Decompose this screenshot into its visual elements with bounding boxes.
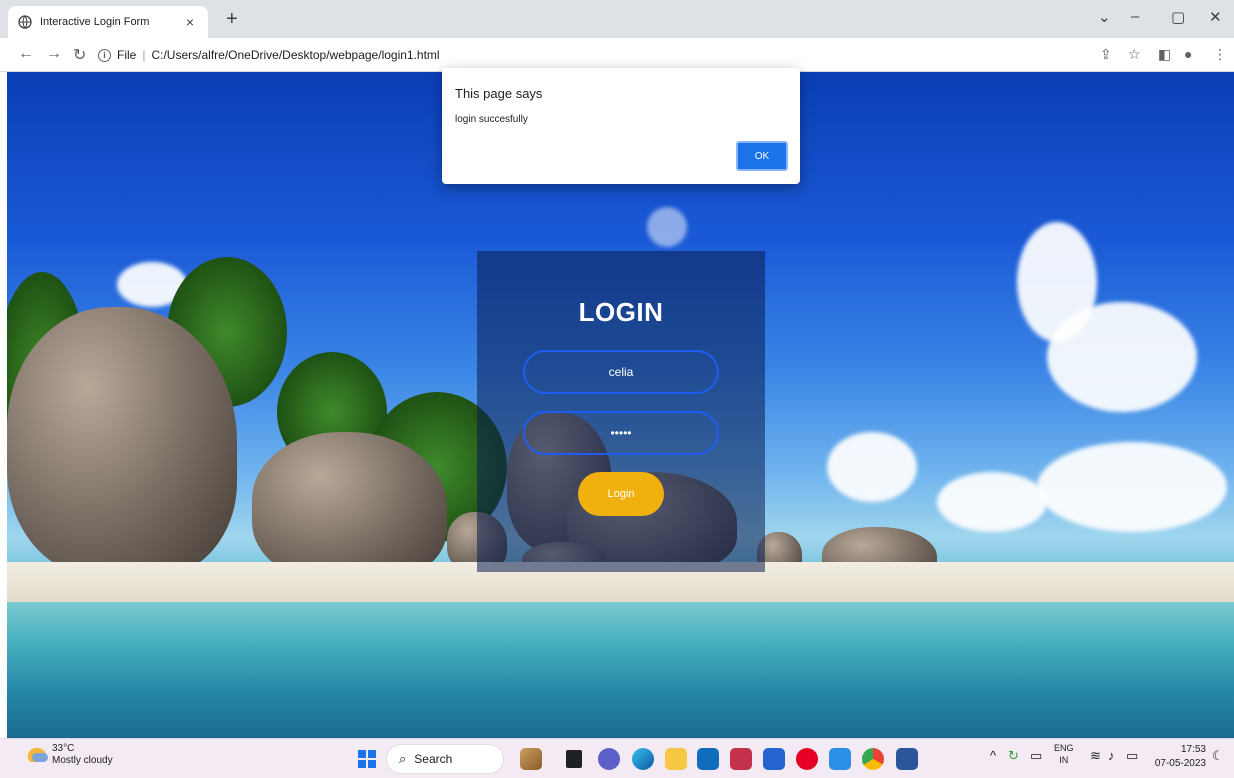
browser-tab[interactable]: Interactive Login Form × — [8, 6, 208, 38]
tab-close-icon[interactable]: × — [182, 14, 198, 30]
language-indicator[interactable]: ENG IN — [1054, 742, 1074, 766]
volume-icon[interactable]: ♪ — [1108, 748, 1115, 763]
partly-cloudy-icon — [28, 748, 48, 762]
task-view-icon[interactable] — [566, 750, 582, 768]
file-explorer-icon[interactable] — [665, 748, 687, 770]
password-input[interactable] — [523, 411, 719, 455]
dialog-message: login succesfully — [455, 114, 528, 125]
restore-icon[interactable]: ▢ — [1171, 8, 1185, 26]
sync-icon[interactable]: ↻ — [1008, 748, 1019, 764]
taskbar-search[interactable]: ⌕ Search — [386, 744, 504, 774]
login-heading: LOGIN — [578, 297, 664, 327]
profile-icon[interactable]: ● — [1184, 46, 1192, 62]
dialog-title: This page says — [455, 86, 543, 101]
word-icon[interactable] — [896, 748, 918, 770]
clock-time: 17:53 — [1180, 744, 1206, 755]
side-panel-icon[interactable]: ◧ — [1158, 46, 1171, 63]
clock-date: 07-05-2023 — [1154, 758, 1206, 769]
menu-kebab-icon[interactable]: ⋮ — [1213, 46, 1227, 63]
minimize-icon[interactable]: – — [1131, 8, 1139, 25]
search-label: Search — [414, 752, 453, 766]
edge-browser-icon[interactable] — [632, 748, 654, 770]
lang-line1: ENG — [1054, 743, 1074, 753]
wifi-icon[interactable]: ≋ — [1090, 748, 1101, 764]
login-card: LOGIN Login — [477, 251, 765, 572]
username-input[interactable] — [523, 350, 719, 394]
mcafee-icon[interactable] — [730, 748, 752, 770]
ok-button[interactable]: OK — [736, 141, 788, 171]
login-button[interactable]: Login — [578, 472, 664, 516]
pinterest-icon[interactable] — [796, 748, 818, 770]
file-label: File — [117, 48, 137, 62]
mail-icon[interactable] — [697, 748, 719, 770]
store-icon[interactable] — [763, 748, 785, 770]
clock[interactable]: 17:53 07-05-2023 — [1150, 743, 1206, 771]
vscode-icon[interactable] — [829, 748, 851, 770]
separator: | — [142, 48, 146, 62]
globe-icon — [18, 15, 32, 29]
url-text[interactable]: C:/Users/alfre/OneDrive/Desktop/webpage/… — [151, 48, 439, 62]
share-icon[interactable]: ⇪ — [1100, 46, 1112, 63]
close-window-icon[interactable]: ✕ — [1209, 8, 1222, 26]
keyboard-icon[interactable]: ▭ — [1030, 748, 1042, 764]
omnibox[interactable]: i File | C:/Users/alfre/OneDrive/Desktop… — [98, 44, 440, 66]
notification-moon-icon[interactable]: ☾ — [1212, 748, 1224, 764]
info-icon[interactable]: i — [98, 48, 111, 62]
taskbar: 33°C Mostly cloudy ⌕ Search ^ ↻ ▭ ENG IN… — [0, 738, 1234, 778]
address-bar: ← → ↻ i File | C:/Users/alfre/OneDrive/D… — [0, 38, 1234, 72]
lang-line2: IN — [1059, 755, 1069, 765]
widgets-app-icon[interactable] — [520, 748, 542, 770]
search-icon: ⌕ — [399, 751, 407, 766]
weather-widget[interactable]: 33°C Mostly cloudy — [28, 743, 113, 767]
weather-temperature: 33°C — [52, 743, 75, 754]
alert-dialog: This page says login succesfully OK — [442, 68, 800, 184]
reload-icon[interactable]: ↻ — [73, 45, 86, 65]
chrome-icon[interactable] — [862, 748, 884, 770]
chevron-up-icon[interactable]: ^ — [990, 748, 996, 763]
teams-chat-icon[interactable] — [598, 748, 620, 770]
new-tab-button[interactable]: + — [226, 8, 238, 31]
back-arrow-icon[interactable]: ← — [18, 45, 34, 63]
tab-strip: Interactive Login Form × + ⌄ – ▢ ✕ — [0, 0, 1234, 38]
battery-icon[interactable]: ▭ — [1126, 748, 1138, 764]
tab-title: Interactive Login Form — [40, 16, 150, 28]
start-button[interactable] — [358, 750, 376, 768]
tab-search-icon[interactable]: ⌄ — [1098, 8, 1111, 26]
weather-description: Mostly cloudy — [52, 755, 113, 766]
forward-arrow-icon[interactable]: → — [46, 45, 62, 63]
bookmark-star-icon[interactable]: ☆ — [1128, 46, 1141, 63]
